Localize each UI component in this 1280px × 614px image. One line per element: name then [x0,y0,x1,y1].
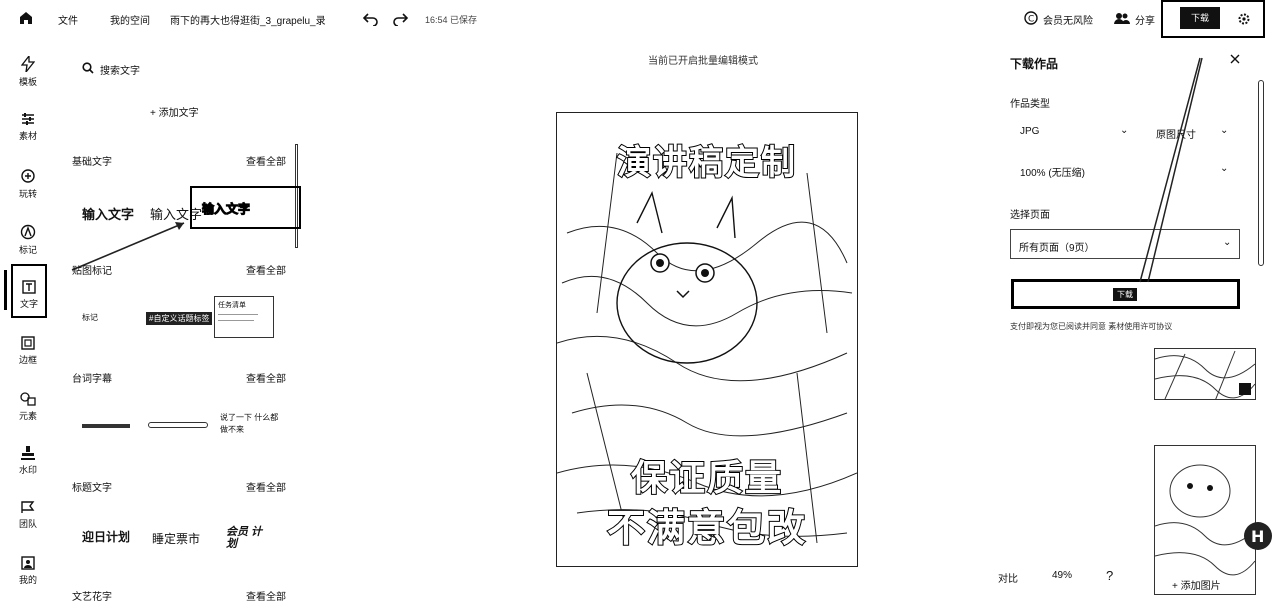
user-folder-icon [21,556,35,570]
share-button[interactable]: 分享 [1135,12,1155,27]
magic-icon [21,169,35,183]
home-icon[interactable] [18,10,34,26]
bolt-icon [21,56,35,72]
text-panel: 搜索文字 + 添加文字 基础文字 查看全部 输入文字 输入文字 输入文字 贴图标… [62,40,302,614]
section-title-artistic: 文艺花字 [72,592,112,603]
sticker-sample[interactable]: #自定义话题标签 [146,312,213,325]
svg-text:C: C [1028,15,1034,25]
top-bar: 文件 我的空间 雨下的再大也得逛街_3_grapelu_录 16:54 已保存 … [0,0,1280,38]
shapes-icon [20,392,36,406]
heading-sample[interactable]: 迎日计划 [82,528,130,545]
undo-icon[interactable] [362,12,378,26]
rail-item-material[interactable]: 素材 [12,112,44,142]
heading-sample[interactable]: 睡定票市 [152,530,200,547]
see-all-artistic[interactable]: 查看全部 [246,588,286,603]
settings-icon[interactable] [1238,13,1250,25]
vip-icon: C [1024,11,1038,25]
page-thumbnail[interactable] [1154,348,1256,400]
file-menu[interactable]: 文件 [58,12,78,27]
rail-item-frame[interactable]: 边框 [12,336,44,366]
document-title[interactable]: 雨下的再大也得逛街_3_grapelu_录 [170,12,326,27]
see-all-headings[interactable]: 查看全部 [246,479,286,494]
download-button[interactable]: 下载 [1180,7,1220,29]
zoom-level[interactable]: 49% [1052,570,1072,581]
poster-headline[interactable]: 演讲稿定制 [557,135,857,184]
svg-text:H: H [1251,527,1264,546]
heading-sample[interactable]: 会员 计划 [226,526,270,550]
compass-icon [20,224,36,240]
contrast-label[interactable]: 对比 [998,570,1018,585]
section-title-stickers: 贴图标记 [72,266,112,277]
subtitle-sample[interactable]: 说了一下 什么都做不来 [220,412,280,436]
share-users-icon [1114,12,1130,24]
sticker-sample[interactable]: 标记 [82,312,98,323]
download-panel: 下载作品 作品类型 JPG ⌄ 原图尺寸 ⌄ 100% (无压缩) ⌄ 选择页面… [1000,40,1280,614]
flag-icon [21,501,35,513]
annotation-arrow [71,222,185,271]
rail-item-magic[interactable]: 玩转 [12,168,44,200]
rail-item-mark[interactable]: 标记 [12,224,44,256]
rail-active-indicator [4,270,7,310]
subtitle-sample[interactable] [82,424,130,428]
rail-item-watermark[interactable]: 水印 [12,446,44,476]
vip-link[interactable]: 会员无风险 [1043,12,1093,27]
rail-item-text[interactable]: 文字 [13,280,45,310]
see-all-stickers[interactable]: 查看全部 [246,262,286,277]
page-thumbnail[interactable] [1154,445,1256,595]
section-title-headings: 标题文字 [72,483,112,494]
rail-item-mine[interactable]: 我的 [12,556,44,586]
save-status: 16:54 已保存 [425,15,478,25]
frame-icon [21,336,35,350]
redo-icon[interactable] [393,12,409,26]
poster-line-quality[interactable]: 保证质量 [557,449,857,501]
batch-edit-notice: 当前已开启批量编辑模式 [648,56,758,67]
rail-item-elements[interactable]: 元素 [12,392,44,422]
help-icon[interactable]: ? [1106,568,1113,583]
my-space-link[interactable]: 我的空间 [110,12,150,27]
poster-canvas[interactable]: 演讲稿定制 保证质量 不满意包改 [556,112,858,567]
subtitle-sample[interactable] [148,422,208,428]
left-rail: 模板 素材 玩转 标记 文字 边框 元素 水印 团队 我的 [0,40,58,614]
poster-line-guarantee[interactable]: 不满意包改 [557,497,857,552]
text-icon [22,280,36,294]
sliders-icon [22,113,34,125]
see-all-subtitles[interactable]: 查看全部 [246,370,286,385]
add-image-button[interactable]: + 添加图片 [1172,577,1221,592]
cat-head [616,242,758,364]
sticker-sample[interactable]: 任务清单 [214,296,274,338]
stamp-icon [21,446,35,460]
rail-item-template[interactable]: 模板 [12,56,44,88]
rail-item-team[interactable]: 团队 [12,500,44,530]
assistant-icon[interactable]: H [1244,522,1272,550]
section-title-subtitles: 台词字幕 [72,374,112,385]
